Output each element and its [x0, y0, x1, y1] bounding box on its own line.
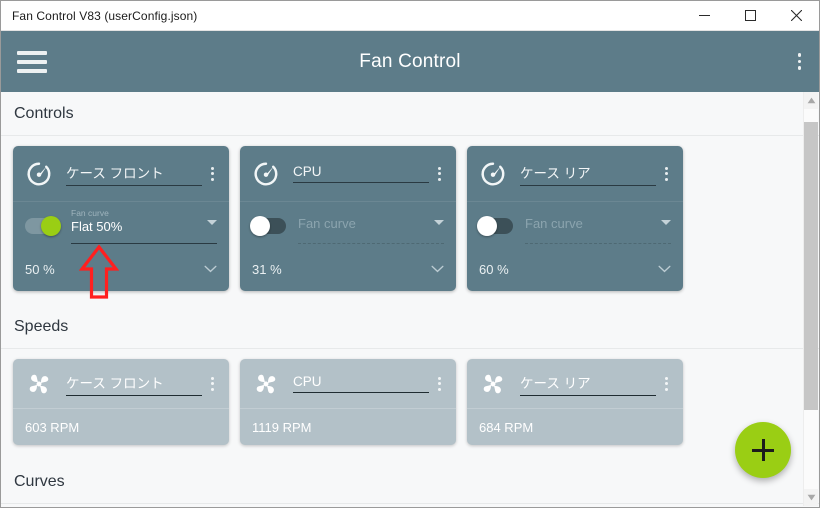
speed-card-header: ケース フロント	[25, 359, 217, 408]
gauge-icon	[481, 162, 505, 185]
kebab-menu-icon[interactable]	[797, 53, 801, 70]
fan-curve-placeholder: Fan curve	[525, 216, 583, 231]
control-enable-toggle[interactable]	[477, 216, 513, 236]
close-button[interactable]	[773, 1, 819, 31]
fan-curve-value: Flat 50%	[71, 219, 123, 234]
content-area: Controls ケース フロント Fan curve Flat 50% 50 …	[1, 92, 819, 507]
gauge-icon	[27, 162, 51, 185]
fan-curve-select[interactable]: Fan curve Flat 50%	[71, 208, 217, 244]
control-kebab-menu-icon[interactable]	[435, 165, 444, 183]
window-controls	[681, 1, 819, 31]
speed-rpm: 1119 RPM	[252, 419, 312, 435]
controls-card-row: ケース フロント Fan curve Flat 50% 50 % CPU Fan…	[1, 136, 819, 291]
control-kebab-menu-icon[interactable]	[662, 165, 671, 183]
window-title: Fan Control V83 (userConfig.json)	[12, 8, 198, 23]
section-header-curves: Curves	[1, 460, 819, 504]
speed-kebab-menu-icon[interactable]	[435, 375, 444, 393]
speed-card-header: ケース リア	[479, 359, 671, 408]
chevron-down-icon[interactable]	[207, 220, 217, 225]
speed-name: CPU	[293, 374, 322, 389]
speed-card[interactable]: ケース フロント 603 RPM	[13, 359, 229, 445]
chevron-down-icon[interactable]	[661, 220, 671, 225]
page-title: Fan Control	[359, 50, 461, 72]
field-underline	[525, 243, 671, 244]
expand-chevron-icon[interactable]	[431, 265, 444, 273]
fan-curve-placeholder: Fan curve	[298, 216, 356, 231]
vertical-scrollbar[interactable]	[803, 92, 818, 506]
control-card[interactable]: CPU Fan curve 31 %	[240, 146, 456, 291]
toggle-knob	[41, 216, 61, 236]
control-percent: 31 %	[252, 261, 282, 277]
add-button[interactable]	[735, 422, 791, 478]
speed-rpm: 684 RPM	[479, 419, 534, 435]
speed-rpm-row: 603 RPM	[25, 409, 217, 445]
control-name-field[interactable]: ケース リア	[520, 162, 656, 186]
control-card[interactable]: ケース フロント Fan curve Flat 50% 50 %	[13, 146, 229, 291]
scrollbar-thumb[interactable]	[804, 122, 818, 410]
speed-name-field[interactable]: CPU	[293, 374, 429, 393]
app-header: Fan Control	[1, 31, 819, 92]
fan-curve-label: Fan curve	[71, 208, 109, 218]
control-name: ケース リア	[520, 165, 591, 181]
hamburger-icon[interactable]	[17, 50, 47, 73]
control-curve-row: Fan curve	[250, 202, 444, 250]
control-card-header: CPU	[252, 146, 444, 201]
plus-icon	[752, 439, 774, 461]
scroll-down-button[interactable]	[804, 489, 818, 506]
fan-icon	[29, 374, 49, 393]
control-name-field[interactable]: ケース フロント	[66, 162, 202, 186]
speed-name-field[interactable]: ケース リア	[520, 372, 656, 396]
fan-curve-select[interactable]: Fan curve	[298, 208, 444, 244]
control-card-header: ケース リア	[479, 146, 671, 201]
speed-rpm-row: 684 RPM	[479, 409, 671, 445]
expand-chevron-icon[interactable]	[204, 265, 217, 273]
scrollbar-track[interactable]	[804, 109, 818, 489]
speeds-card-row: ケース フロント 603 RPM CPU 1119 RPM ケース リア 684…	[1, 349, 819, 445]
control-curve-row: Fan curve	[477, 202, 671, 250]
fan-icon	[256, 374, 276, 393]
field-underline	[71, 243, 217, 244]
control-percent: 60 %	[479, 261, 509, 277]
control-name: CPU	[293, 164, 322, 179]
section-header-speeds: Speeds	[1, 305, 819, 349]
speed-name: ケース リア	[520, 375, 591, 391]
control-card[interactable]: ケース リア Fan curve 60 %	[467, 146, 683, 291]
gauge-icon	[254, 162, 278, 185]
expand-chevron-icon[interactable]	[658, 265, 671, 273]
control-curve-row: Fan curve Flat 50%	[25, 202, 217, 250]
control-name: ケース フロント	[66, 165, 164, 181]
toggle-knob	[250, 216, 270, 236]
toggle-knob	[477, 216, 497, 236]
control-kebab-menu-icon[interactable]	[208, 165, 217, 183]
chevron-down-icon[interactable]	[434, 220, 444, 225]
speed-name: ケース フロント	[66, 375, 164, 391]
section-header-controls: Controls	[1, 92, 819, 136]
speed-card[interactable]: ケース リア 684 RPM	[467, 359, 683, 445]
control-name-field[interactable]: CPU	[293, 164, 429, 183]
control-enable-toggle[interactable]	[25, 216, 61, 236]
speed-kebab-menu-icon[interactable]	[662, 375, 671, 393]
control-percent-row: 60 %	[479, 250, 671, 288]
speed-rpm: 603 RPM	[25, 419, 80, 435]
scroll-up-button[interactable]	[804, 92, 818, 109]
field-underline	[298, 243, 444, 244]
speed-card-header: CPU	[252, 359, 444, 408]
window-titlebar: Fan Control V83 (userConfig.json)	[1, 1, 819, 31]
control-percent-row: 50 %	[25, 250, 217, 288]
control-enable-toggle[interactable]	[250, 216, 286, 236]
speed-card[interactable]: CPU 1119 RPM	[240, 359, 456, 445]
fan-curve-select[interactable]: Fan curve	[525, 208, 671, 244]
control-percent: 50 %	[25, 261, 55, 277]
speed-rpm-row: 1119 RPM	[252, 409, 444, 445]
speed-name-field[interactable]: ケース フロント	[66, 372, 202, 396]
speed-kebab-menu-icon[interactable]	[208, 375, 217, 393]
maximize-button[interactable]	[727, 1, 773, 31]
control-percent-row: 31 %	[252, 250, 444, 288]
fan-icon	[483, 374, 503, 393]
minimize-button[interactable]	[681, 1, 727, 31]
app-window: Fan Control V83 (userConfig.json) Fan Co…	[0, 0, 820, 508]
control-card-header: ケース フロント	[25, 146, 217, 201]
